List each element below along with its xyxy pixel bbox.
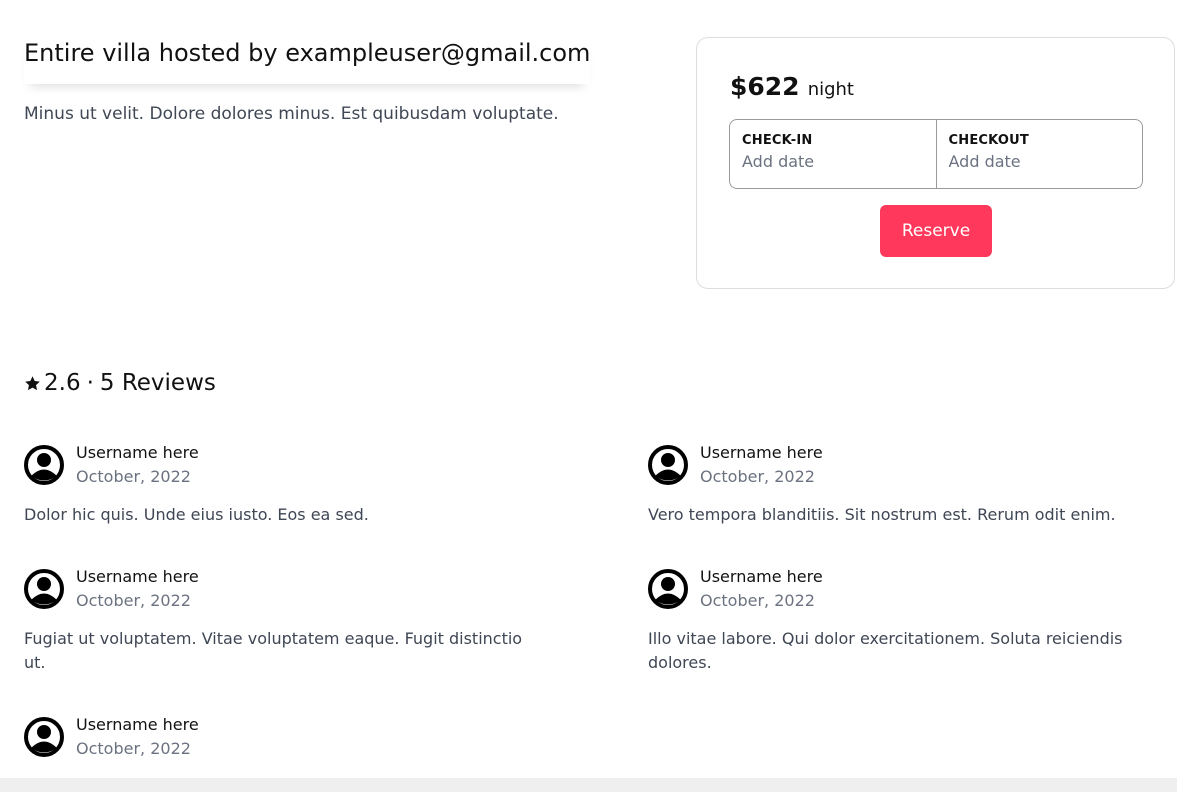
- date-picker: CHECK-IN Add date CHECKOUT Add date: [729, 119, 1143, 189]
- review-username: Username here: [76, 715, 199, 734]
- review-username: Username here: [700, 567, 823, 586]
- nightly-price: $622: [730, 72, 800, 101]
- listing-description: Minus ut velit. Dolore dolores minus. Es…: [24, 104, 559, 124]
- review-text: Dolor hic quis. Unde eius iusto. Eos ea …: [24, 505, 369, 524]
- bottom-bar: [0, 778, 1177, 792]
- review-date: October, 2022: [76, 467, 191, 486]
- review-username: Username here: [700, 443, 823, 462]
- review-date: October, 2022: [76, 739, 191, 758]
- checkout-value: Add date: [948, 152, 1021, 171]
- reviews-count: 5 Reviews: [99, 370, 216, 396]
- listing-title: Entire villa hosted by exampleuser@gmail…: [24, 36, 591, 84]
- review-header: Username here October, 2022: [24, 715, 544, 767]
- checkin-field[interactable]: CHECK-IN Add date: [730, 120, 936, 188]
- review-date: October, 2022: [700, 591, 815, 610]
- review-header: Username here October, 2022: [24, 443, 544, 495]
- review-text: Fugiat ut voluptatem. Vitae voluptatem e…: [24, 629, 523, 672]
- listing-page: Entire villa hosted by exampleuser@gmail…: [0, 0, 1177, 792]
- review-date: October, 2022: [76, 591, 191, 610]
- review-text: Vero tempora blanditiis. Sit nostrum est…: [648, 505, 1116, 524]
- price-unit: night: [807, 79, 854, 100]
- review-item: Username here October, 2022 Vero tempora…: [648, 443, 1168, 524]
- review-username: Username here: [76, 443, 199, 462]
- checkin-value: Add date: [742, 152, 815, 171]
- rating-value: 2.6: [44, 370, 81, 396]
- user-avatar-icon: [24, 717, 64, 757]
- reserve-button[interactable]: Reserve: [880, 205, 992, 257]
- booking-card: $622 night CHECK-IN Add date CHECKOUT Ad…: [696, 37, 1175, 289]
- reviews-summary: 2.6 · 5 Reviews: [24, 370, 216, 396]
- review-header: Username here October, 2022: [648, 443, 1168, 495]
- star-icon: [25, 375, 40, 390]
- user-avatar-icon: [648, 569, 688, 609]
- review-item: Username here October, 2022 Dolor hic qu…: [24, 443, 544, 524]
- review-text: Illo vitae labore. Qui dolor exercitatio…: [648, 629, 1123, 672]
- review-item: Username here October, 2022 Fugiat ut vo…: [24, 567, 544, 672]
- checkin-label: CHECK-IN: [742, 133, 813, 148]
- user-avatar-icon: [648, 445, 688, 485]
- review-header: Username here October, 2022: [648, 567, 1168, 619]
- user-avatar-icon: [24, 445, 64, 485]
- review-item: Username here October, 2022: [24, 715, 544, 767]
- user-avatar-icon: [24, 569, 64, 609]
- price-row: $622 night: [730, 72, 854, 101]
- checkout-field[interactable]: CHECKOUT Add date: [935, 120, 1143, 188]
- review-header: Username here October, 2022: [24, 567, 544, 619]
- review-username: Username here: [76, 567, 199, 586]
- review-date: October, 2022: [700, 467, 815, 486]
- review-item: Username here October, 2022 Illo vitae l…: [648, 567, 1168, 672]
- checkout-label: CHECKOUT: [948, 133, 1029, 148]
- rating-separator: ·: [86, 370, 94, 396]
